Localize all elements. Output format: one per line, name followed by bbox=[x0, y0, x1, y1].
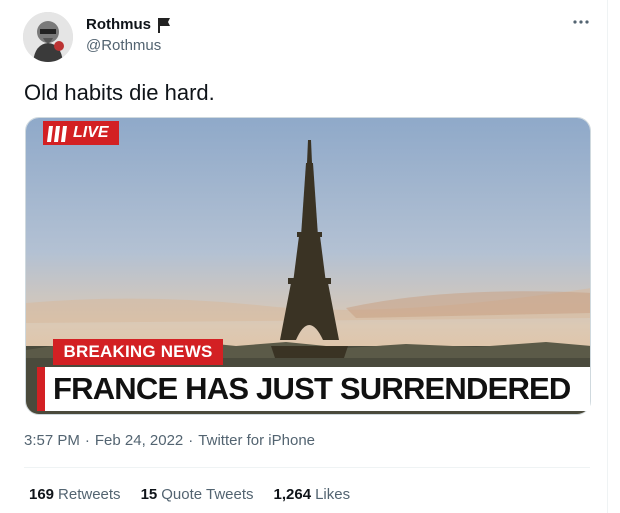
retweets-label: Retweets bbox=[58, 486, 121, 503]
avatar[interactable] bbox=[23, 12, 73, 62]
meta-separator: · bbox=[84, 432, 90, 449]
tweet-date[interactable]: Feb 24, 2022 bbox=[95, 432, 183, 449]
likes-stat[interactable]: 1,264 Likes bbox=[274, 486, 351, 503]
author-handle[interactable]: @Rothmus bbox=[86, 37, 161, 54]
meta-separator: · bbox=[188, 432, 194, 449]
quotes-count: 15 bbox=[140, 486, 158, 503]
divider bbox=[24, 467, 590, 468]
black-flag-icon bbox=[158, 17, 170, 33]
tweet-stats: 169 Retweets 15 Quote Tweets 1,264 Likes bbox=[29, 486, 350, 503]
avatar-image bbox=[23, 12, 73, 62]
quote-tweets-stat[interactable]: 15 Quote Tweets bbox=[141, 486, 254, 503]
more-options-icon[interactable] bbox=[570, 14, 592, 30]
live-badge: LIVE bbox=[43, 120, 119, 146]
author-name-row[interactable]: Rothmus bbox=[86, 16, 171, 33]
retweets-count: 169 bbox=[29, 486, 55, 503]
tweet-card: Rothmus @Rothmus Old habits die hard. LI… bbox=[0, 0, 608, 513]
news-headline: FRANCE HAS JUST SURRENDERED bbox=[37, 367, 590, 411]
retweets-stat[interactable]: 169 Retweets bbox=[29, 486, 121, 503]
tweet-meta: 3:57 PM · Feb 24, 2022 · Twitter for iPh… bbox=[24, 432, 315, 449]
likes-count: 1,264 bbox=[273, 486, 312, 503]
quotes-label: Quote Tweets bbox=[161, 486, 254, 503]
live-label: LIVE bbox=[73, 124, 109, 141]
tweet-time[interactable]: 3:57 PM bbox=[24, 432, 80, 449]
likes-label: Likes bbox=[315, 486, 351, 503]
author-name[interactable]: Rothmus bbox=[86, 16, 151, 33]
breaking-news-label: BREAKING NEWS bbox=[53, 339, 223, 365]
tweet-source[interactable]: Twitter for iPhone bbox=[198, 432, 315, 449]
live-stripes-icon bbox=[47, 126, 67, 142]
tweet-text: Old habits die hard. bbox=[24, 80, 215, 105]
